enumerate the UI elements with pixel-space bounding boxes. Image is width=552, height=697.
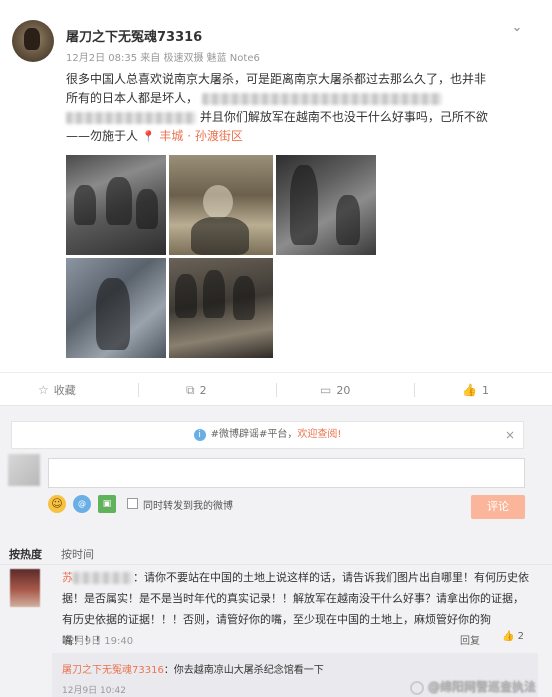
info-icon: i: [193, 429, 206, 441]
comment-button[interactable]: ▭ 20: [320, 373, 350, 407]
star-icon: ☆: [38, 383, 49, 397]
notice-text: #微博辟谣#平台，: [210, 429, 298, 440]
sort-by-time[interactable]: 按时间: [61, 546, 94, 562]
weibo-logo-icon: [410, 680, 424, 695]
divider: [138, 383, 139, 397]
reply-author[interactable]: 屠刀之下无冤魂73316: [62, 665, 164, 676]
post-photo[interactable]: [66, 155, 166, 255]
emoji-icon[interactable]: ☺: [48, 495, 66, 513]
location-pin-icon: 📍: [141, 130, 156, 143]
sort-by-hot[interactable]: 按热度: [9, 546, 42, 562]
like-count: 1: [481, 384, 489, 397]
commenter-avatar[interactable]: [10, 569, 40, 607]
post-photo[interactable]: [66, 258, 166, 358]
watermark-text: @绵阳网警巡查执法: [428, 680, 537, 694]
user-avatar[interactable]: [12, 20, 54, 62]
repost-button[interactable]: ⧉ 2: [186, 373, 207, 407]
chevron-down-icon[interactable]: ⌄: [509, 20, 525, 36]
image-upload-icon[interactable]: ▣: [98, 495, 116, 513]
rumor-notice-bar: i #微博辟谣#平台，欢迎查阅! ×: [11, 421, 524, 449]
weibo-post: 屠刀之下无冤魂73316 12月2日 08:35 来自 极速双摄 魅蓝 Note…: [0, 0, 552, 372]
at-mention-icon[interactable]: @: [73, 495, 91, 513]
thumbs-up-icon: 👍: [502, 631, 515, 642]
divider: [276, 383, 277, 397]
comment-count: 20: [336, 384, 351, 397]
like-button[interactable]: 👍 1: [462, 373, 489, 407]
reply-text: ：你去越南凉山大屠杀纪念馆看一下: [163, 665, 324, 676]
redacted-text: [66, 111, 196, 124]
location-link[interactable]: 丰城 · 孙渡街区: [159, 129, 242, 143]
watermark: @绵阳网警巡查执法: [410, 678, 536, 695]
close-icon[interactable]: ×: [505, 422, 515, 448]
repost-icon: ⧉: [186, 383, 195, 397]
post-text-fragment: ——勿施于人: [66, 129, 139, 143]
post-photo[interactable]: [169, 155, 273, 255]
post-text-line: 很多中国人总喜欢说南京大屠杀，可是距离南京大屠杀都过去那么久了，也并非: [66, 72, 487, 86]
notice-link[interactable]: 欢迎查阅!: [297, 429, 341, 440]
post-text-fragment: 并且你们解放军在越南不也没干什么好事吗，己所不欲: [199, 110, 488, 124]
commenter-name[interactable]: 苏: [62, 571, 73, 584]
thumbs-up-icon: 👍: [462, 383, 477, 397]
post-username[interactable]: 屠刀之下无冤魂73316: [66, 26, 202, 45]
post-action-bar: ☆ 收藏 ⧉ 2 ▭ 20 👍 1: [0, 372, 552, 406]
post-text-line: ——勿施于人 📍 丰城 · 孙渡街区: [66, 127, 536, 146]
post-meta: 12月2日 08:35 来自 极速双摄 魅蓝 Note6: [66, 53, 260, 64]
submit-comment-button[interactable]: 评论: [471, 495, 525, 519]
post-text-fragment: 所有的日本人都是坏人，: [66, 91, 199, 105]
favorite-button[interactable]: ☆ 收藏: [38, 373, 76, 407]
comment-like-count: 2: [517, 631, 525, 642]
comment-timestamp: 12月9日 19:40: [62, 636, 134, 647]
post-photo[interactable]: [169, 258, 273, 358]
comment-icon: ▭: [320, 383, 332, 397]
repost-checkbox[interactable]: [127, 498, 138, 509]
post-text-line: 所有的日本人都是坏人，: [66, 89, 536, 108]
redacted-text: [201, 92, 442, 105]
comment-panel: i #微博辟谣#平台，欢迎查阅! × ☺ @ ▣ 同时转发到我的微博 评论 按热度…: [0, 406, 552, 697]
reply-timestamp: 12月9日 10:42: [62, 686, 126, 696]
comment-like-button[interactable]: 👍 2: [502, 631, 524, 642]
my-avatar: [8, 454, 40, 486]
repost-count: 2: [199, 384, 207, 397]
post-text-line: 并且你们解放军在越南不也没干什么好事吗，己所不欲: [66, 108, 536, 127]
reply-button[interactable]: 回复: [460, 632, 480, 647]
redacted-text: [73, 572, 133, 584]
divider: [0, 564, 552, 565]
favorite-label: 收藏: [53, 384, 76, 397]
divider: [414, 383, 415, 397]
post-photo[interactable]: [276, 155, 376, 255]
reply-body: 屠刀之下无冤魂73316：你去越南凉山大屠杀纪念馆看一下: [62, 661, 324, 676]
repost-checkbox-label: 同时转发到我的微博: [143, 501, 233, 512]
comment-input[interactable]: [48, 458, 525, 488]
